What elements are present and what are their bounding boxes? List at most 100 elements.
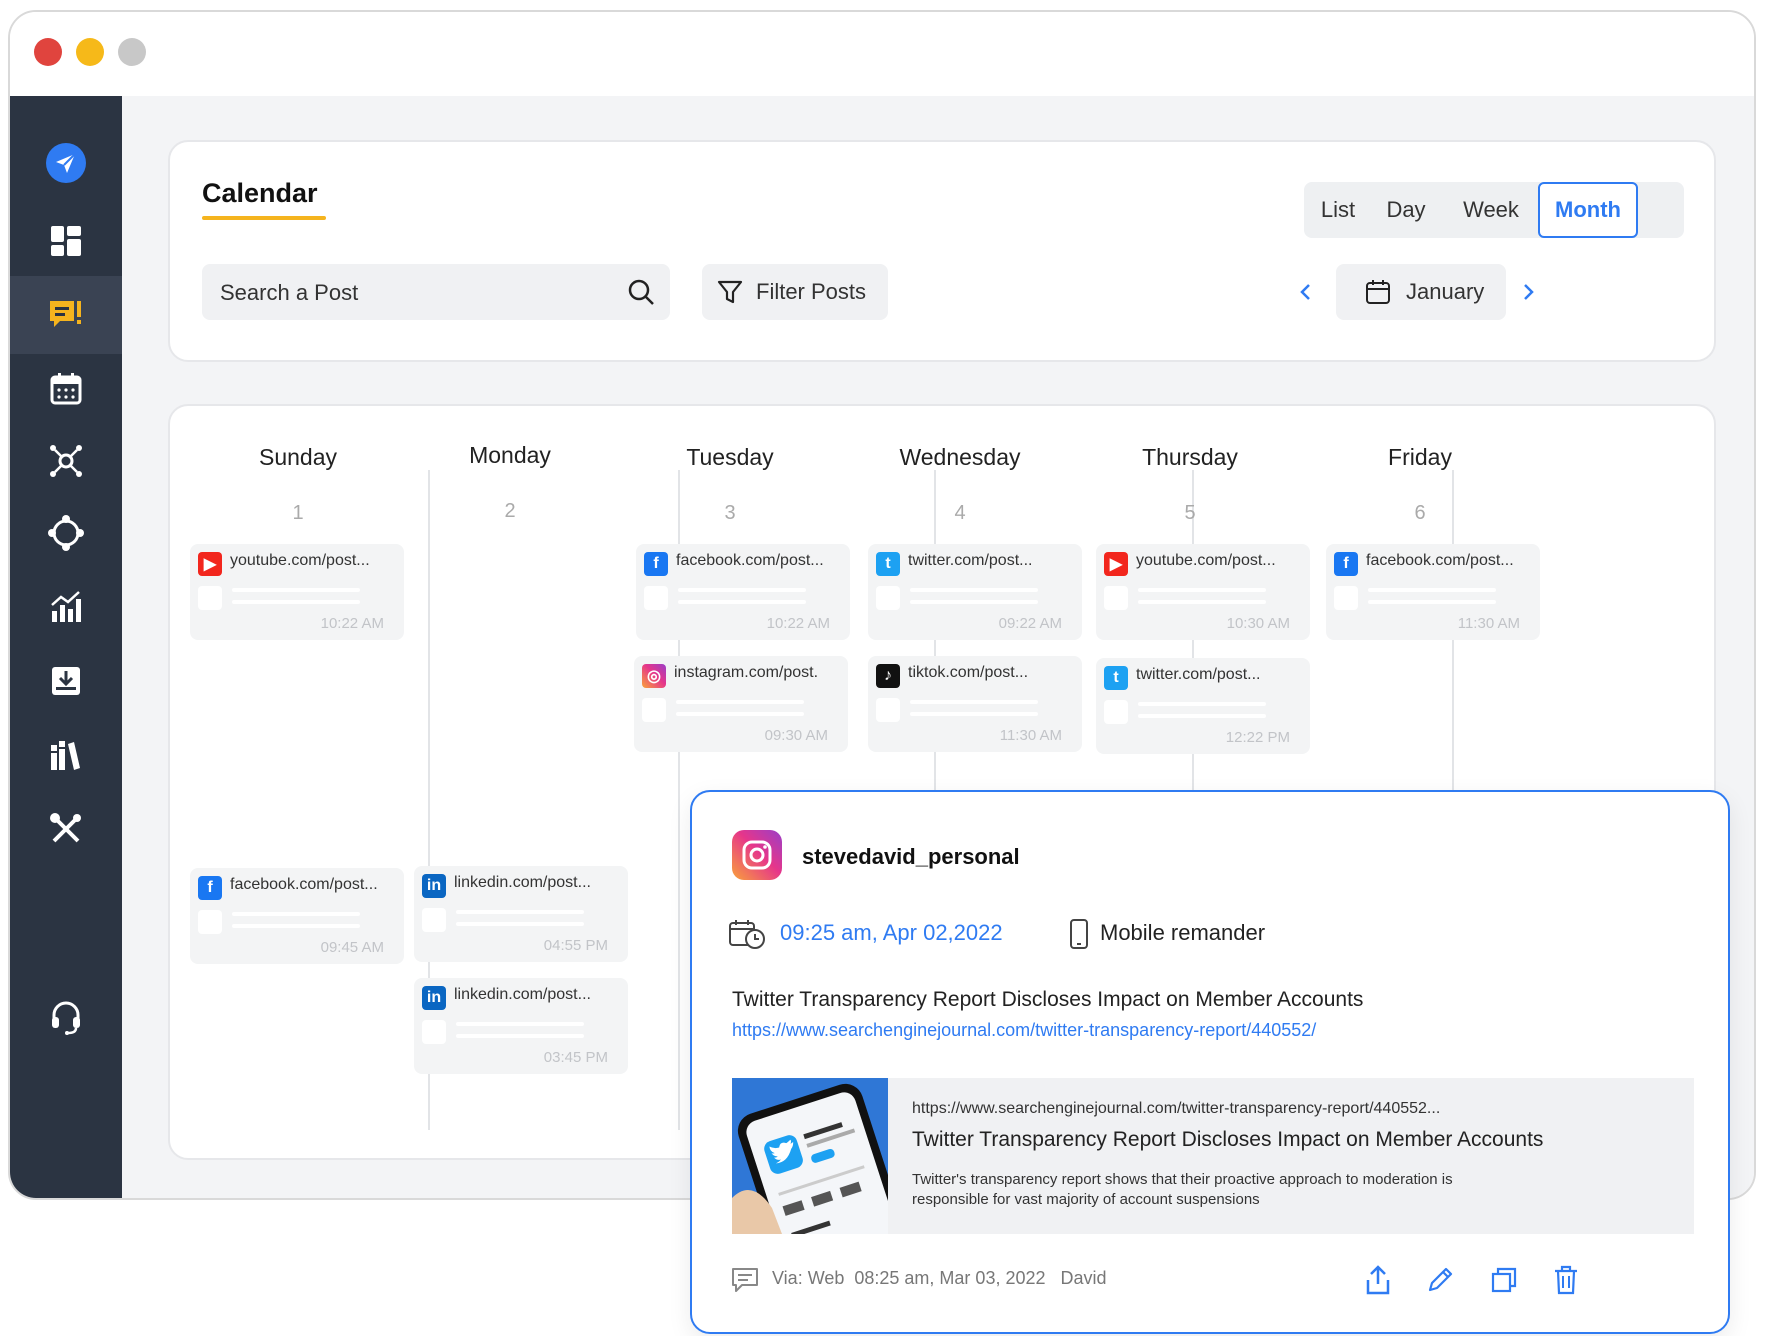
- sidebar-item-inbox[interactable]: [10, 642, 122, 720]
- post-placeholder-line: [456, 922, 584, 926]
- post-card[interactable]: f facebook.com/post... 10:22 AM: [636, 544, 850, 640]
- tab-week[interactable]: Week: [1444, 182, 1538, 238]
- post-placeholder-line: [456, 1034, 584, 1038]
- calendar-icon: [1366, 280, 1390, 304]
- post-placeholder-line: [456, 1022, 584, 1026]
- date-number: 1: [292, 502, 304, 524]
- post-placeholder-line: [910, 600, 1038, 604]
- post-label: linkedin.com/post...: [454, 986, 591, 1003]
- post-label: youtube.com/post...: [230, 552, 370, 569]
- delete-button[interactable]: [1548, 1262, 1584, 1298]
- support-icon: [52, 1001, 80, 1035]
- view-tabs: List Day Week Month: [1304, 182, 1684, 238]
- copy-icon: [1491, 1267, 1517, 1293]
- link-preview-card[interactable]: https://www.searchenginejournal.com/twit…: [732, 1078, 1694, 1234]
- pencil-icon: [1428, 1267, 1453, 1292]
- preview-image: [732, 1078, 888, 1234]
- post-time: 10:30 AM: [1226, 615, 1290, 632]
- sidebar-item-support[interactable]: [10, 978, 122, 1056]
- post-placeholder-line: [910, 712, 1038, 716]
- scheduled-time[interactable]: 09:25 am, Apr 02,2022: [780, 920, 1003, 946]
- post-card[interactable]: ▶ youtube.com/post... 10:22 AM: [190, 544, 404, 640]
- youtube-icon: ▶: [198, 552, 222, 576]
- tools-icon: [50, 813, 81, 843]
- post-thumbnail: [1104, 700, 1128, 724]
- day-header-sunday: Sunday: [258, 444, 337, 470]
- post-card[interactable]: f facebook.com/post... 09:45 AM: [190, 868, 404, 964]
- sidebar-item-analytics[interactable]: [10, 568, 122, 646]
- day-header-wednesday: Wednesday: [899, 444, 1021, 470]
- tab-day[interactable]: Day: [1372, 182, 1440, 238]
- sidebar-item-posts[interactable]: [10, 276, 122, 354]
- post-card[interactable]: in linkedin.com/post... 04:55 PM: [414, 866, 628, 962]
- next-month-button[interactable]: [1512, 276, 1544, 308]
- month-label: January: [1406, 279, 1485, 304]
- post-card[interactable]: ♪ tiktok.com/post... 11:30 AM: [868, 656, 1082, 752]
- post-label: twitter.com/post...: [908, 552, 1033, 569]
- post-card[interactable]: f facebook.com/post... 11:30 AM: [1326, 544, 1540, 640]
- chevron-right-icon: [1524, 284, 1534, 300]
- sidebar-item-library[interactable]: [10, 716, 122, 794]
- post-thumbnail: [642, 698, 666, 722]
- post-card[interactable]: t twitter.com/post... 09:22 AM: [868, 544, 1082, 640]
- post-placeholder-line: [1138, 588, 1266, 592]
- twitter-icon: t: [876, 552, 900, 576]
- post-card[interactable]: in linkedin.com/post... 03:45 PM: [414, 978, 628, 1074]
- month-picker[interactable]: January: [1336, 264, 1506, 320]
- analytics-icon: [51, 591, 81, 622]
- search-icon[interactable]: [626, 277, 656, 307]
- post-placeholder-line: [232, 912, 360, 916]
- post-time: 10:22 AM: [766, 615, 830, 632]
- minimize-window-button[interactable]: [76, 38, 104, 66]
- post-link[interactable]: https://www.searchenginejournal.com/twit…: [732, 1020, 1316, 1041]
- post-label: instagram.com/post.: [674, 664, 819, 681]
- sidebar-item-dashboard[interactable]: [10, 202, 122, 280]
- preview-description: Twitter's transparency report shows that…: [912, 1171, 1453, 1208]
- post-placeholder-line: [678, 588, 806, 592]
- library-icon: [51, 741, 80, 770]
- day-header-monday: Monday: [469, 442, 551, 468]
- tab-month[interactable]: Month: [1538, 182, 1638, 238]
- day-header-thursday: Thursday: [1142, 444, 1238, 470]
- post-thumbnail: [876, 698, 900, 722]
- post-placeholder-line: [676, 700, 804, 704]
- sidebar-item-calendar[interactable]: [10, 350, 122, 428]
- post-card[interactable]: t twitter.com/post... 12:22 PM: [1096, 658, 1310, 754]
- comment-icon: [732, 1268, 758, 1292]
- post-placeholder-line: [1368, 588, 1496, 592]
- sidebar-item-send[interactable]: [10, 124, 122, 202]
- post-label: facebook.com/post...: [676, 552, 824, 569]
- filter-icon: [717, 280, 743, 304]
- post-placeholder-line: [232, 924, 360, 928]
- preview-url: https://www.searchenginejournal.com/twit…: [912, 1100, 1441, 1117]
- post-label: facebook.com/post...: [230, 876, 378, 893]
- post-meta: Via: Web 08:25 am, Mar 03, 2022 David: [772, 1268, 1107, 1288]
- post-card[interactable]: ◎ instagram.com/post. 09:30 AM: [634, 656, 848, 752]
- youtube-icon: ▶: [1104, 552, 1128, 576]
- calendar-toolbar: Calendar List Day Week Month Filter Post…: [168, 140, 1716, 362]
- duplicate-button[interactable]: [1486, 1262, 1522, 1298]
- facebook-icon: f: [198, 876, 222, 900]
- post-time: 03:45 PM: [543, 1049, 608, 1066]
- tab-list[interactable]: List: [1304, 182, 1372, 238]
- schedule-clock-icon: [729, 920, 765, 949]
- sidebar-item-hub[interactable]: [10, 494, 122, 572]
- post-label: tiktok.com/post...: [908, 664, 1029, 681]
- day-header-tuesday: Tuesday: [686, 444, 774, 470]
- maximize-window-button[interactable]: [118, 38, 146, 66]
- instagram-icon: ◎: [642, 664, 666, 688]
- twitter-icon: t: [1104, 666, 1128, 690]
- facebook-icon: f: [644, 552, 668, 576]
- sidebar-item-network[interactable]: [10, 422, 122, 500]
- close-window-button[interactable]: [34, 38, 62, 66]
- previous-month-button[interactable]: [1290, 276, 1322, 308]
- share-button[interactable]: [1360, 1262, 1396, 1298]
- edit-button[interactable]: [1422, 1262, 1458, 1298]
- post-card[interactable]: ▶ youtube.com/post... 10:30 AM: [1096, 544, 1310, 640]
- post-time: 09:30 AM: [764, 727, 828, 744]
- post-time: 10:22 AM: [320, 615, 384, 632]
- sidebar-item-tools[interactable]: [10, 790, 122, 868]
- search-input[interactable]: [218, 264, 602, 322]
- post-placeholder-line: [1138, 714, 1266, 718]
- filter-posts-button[interactable]: Filter Posts: [702, 264, 888, 320]
